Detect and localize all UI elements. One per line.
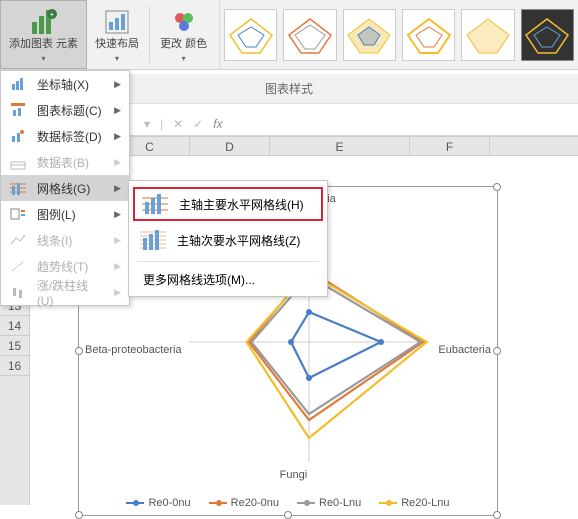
axis-label-left: Beta-proteobacteria bbox=[85, 344, 182, 356]
chart-legend[interactable]: Re0-0nu Re20-0nu Re0-Lnu Re20-Lnu bbox=[79, 497, 497, 509]
ribbon: + 添加图表 元素 ▾ 快速布局 ▾ 更改 颜色 ▾ bbox=[0, 0, 578, 70]
menu-lines: 线条(I)▶ bbox=[1, 227, 129, 253]
data-table-icon bbox=[9, 153, 27, 171]
menu-updown-bars: 涨/跌柱线(U)▶ bbox=[1, 279, 129, 305]
menu-chart-title[interactable]: 图表标题(C)▶ bbox=[1, 97, 129, 123]
axis-label-right: Eubacteria bbox=[438, 344, 491, 356]
submenu-more-gridlines[interactable]: 更多网格线选项(M)... bbox=[129, 266, 327, 292]
menu-axes[interactable]: 坐标轴(X)▶ bbox=[1, 71, 129, 97]
style-preset[interactable] bbox=[283, 9, 336, 61]
title-icon bbox=[9, 101, 27, 119]
chevron-down-icon: ▾ bbox=[115, 54, 119, 63]
menu-legend[interactable]: 图例(L)▶ bbox=[1, 201, 129, 227]
add-element-icon: + bbox=[28, 6, 60, 38]
minor-h-icon bbox=[139, 228, 167, 252]
axis-label-bottom: Fungi bbox=[280, 469, 308, 481]
menu-data-labels[interactable]: 数据标签(D)▶ bbox=[1, 123, 129, 149]
add-chart-element-button[interactable]: + 添加图表 元素 ▾ bbox=[0, 0, 87, 69]
col-header[interactable]: E bbox=[270, 137, 410, 155]
change-colors-button[interactable]: 更改 颜色 ▾ bbox=[152, 0, 215, 69]
axes-icon bbox=[9, 75, 27, 93]
col-header[interactable]: F bbox=[410, 137, 490, 155]
legend-item[interactable]: Re20-0nu bbox=[209, 497, 279, 509]
legend-item[interactable]: Re0-Lnu bbox=[297, 497, 361, 509]
row-header[interactable]: 16 bbox=[0, 356, 29, 376]
submenu-major-horizontal[interactable]: 主轴主要水平网格线(H) bbox=[133, 187, 323, 221]
data-labels-icon bbox=[9, 127, 27, 145]
add-element-label: 添加图表 元素 bbox=[9, 38, 78, 51]
quick-layout-icon bbox=[101, 6, 133, 38]
fx-label[interactable]: fx bbox=[213, 117, 222, 131]
separator bbox=[149, 6, 150, 63]
menu-trendline: 趋势线(T)▶ bbox=[1, 253, 129, 279]
svg-text:+: + bbox=[49, 10, 54, 19]
updown-icon bbox=[9, 283, 27, 301]
fb-down-icon[interactable]: ▾ bbox=[144, 117, 150, 131]
col-header[interactable]: D bbox=[190, 137, 270, 155]
legend-icon bbox=[9, 205, 27, 223]
change-colors-label: 更改 颜色 bbox=[160, 38, 207, 51]
quick-layout-button[interactable]: 快速布局 ▾ bbox=[87, 0, 147, 69]
trendline-icon bbox=[9, 257, 27, 275]
formula-bar[interactable]: ▾ | ✕ ✓ fx bbox=[130, 112, 578, 136]
major-h-icon bbox=[141, 192, 169, 216]
menu-gridlines[interactable]: 网格线(G)▶ bbox=[1, 175, 129, 201]
row-header[interactable]: 14 bbox=[0, 316, 29, 336]
fb-cancel-icon: ✕ bbox=[173, 117, 183, 131]
row-header[interactable]: 15 bbox=[0, 336, 29, 356]
chevron-down-icon: ▾ bbox=[182, 54, 186, 63]
lines-icon bbox=[9, 231, 27, 249]
style-preset[interactable] bbox=[224, 9, 277, 61]
gridlines-icon bbox=[9, 179, 27, 197]
gridlines-submenu: 主轴主要水平网格线(H) 主轴次要水平网格线(Z) 更多网格线选项(M)... bbox=[128, 180, 328, 297]
legend-item[interactable]: Re20-Lnu bbox=[379, 497, 449, 509]
chevron-down-icon: ▾ bbox=[42, 54, 46, 63]
add-element-menu: 坐标轴(X)▶ 图表标题(C)▶ 数据标签(D)▶ 数据表(B)▶ 网格线(G)… bbox=[0, 70, 130, 306]
chart-style-gallery[interactable] bbox=[219, 0, 578, 69]
style-preset[interactable] bbox=[402, 9, 455, 61]
style-preset[interactable] bbox=[521, 9, 574, 61]
style-preset[interactable] bbox=[461, 9, 514, 61]
submenu-minor-horizontal[interactable]: 主轴次要水平网格线(Z) bbox=[129, 223, 327, 257]
menu-data-table: 数据表(B)▶ bbox=[1, 149, 129, 175]
separator bbox=[137, 261, 319, 262]
legend-item[interactable]: Re0-0nu bbox=[126, 497, 190, 509]
quick-layout-label: 快速布局 bbox=[95, 38, 139, 51]
fb-confirm-icon: ✓ bbox=[193, 117, 203, 131]
style-preset[interactable] bbox=[343, 9, 396, 61]
palette-icon bbox=[168, 6, 200, 38]
